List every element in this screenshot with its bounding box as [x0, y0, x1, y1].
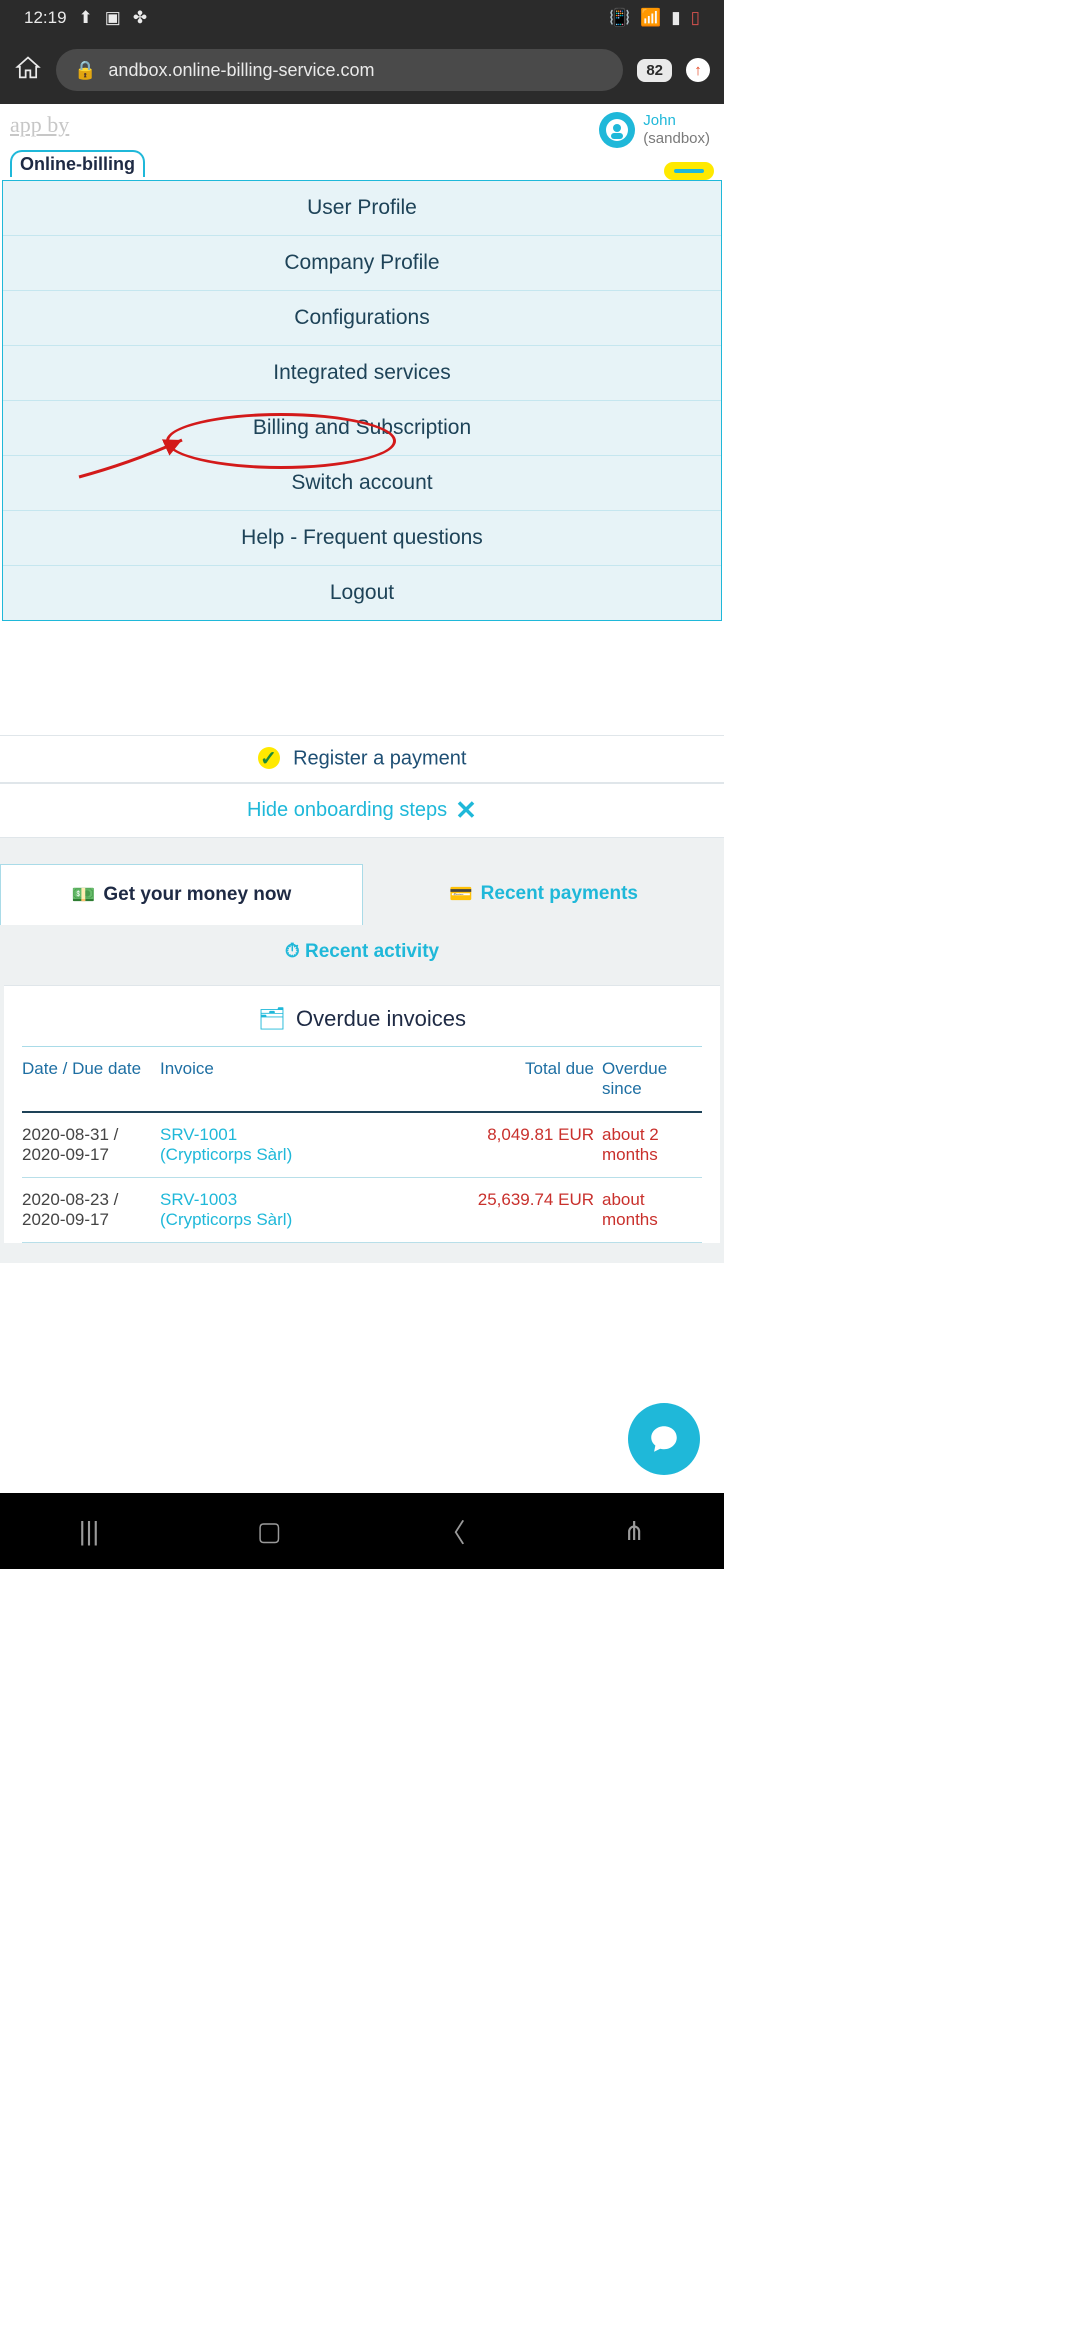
status-time: 12:19 — [24, 8, 67, 28]
home-button[interactable]: ▢ — [257, 1516, 282, 1547]
col-total-header: Total due — [474, 1059, 594, 1099]
menu-company-profile[interactable]: Company Profile — [3, 236, 721, 291]
update-indicator-icon[interactable]: ↑ — [686, 58, 710, 82]
row-over1: about — [602, 1190, 702, 1210]
menu-switch-account[interactable]: Switch account — [3, 456, 721, 511]
browser-toolbar: 🔒 andbox.online-billing-service.com 82 ↑ — [0, 36, 724, 104]
menu-integrated-services[interactable]: Integrated services — [3, 346, 721, 401]
android-status-bar: 12:19 ⬆ ▣ ✤ 📳 📶 ▮ ▯ — [0, 0, 724, 36]
hide-onboarding-label: Hide onboarding steps — [247, 799, 447, 822]
menu-help-faq[interactable]: Help - Frequent questions — [3, 511, 721, 566]
col-date-header: Date / Due date — [22, 1059, 152, 1099]
avatar-icon — [599, 112, 635, 148]
money-icon: 💵 — [72, 883, 96, 907]
battery-icon: ▯ — [691, 8, 700, 28]
overdue-invoices-panel: 🗂 Overdue invoices Date / Due date Invoi… — [4, 985, 720, 1243]
row-date2: 2020-09-17 — [22, 1145, 152, 1165]
user-env: (sandbox) — [643, 130, 710, 148]
table-row[interactable]: 2020-08-23 / 2020-09-17 SRV-1003 (Crypti… — [22, 1178, 702, 1243]
home-icon[interactable] — [14, 54, 42, 87]
col-invoice-header: Invoice — [160, 1059, 466, 1099]
user-name: John — [643, 112, 710, 130]
invoice-client: (Crypticorps Sàrl) — [160, 1145, 466, 1165]
invoice-link[interactable]: SRV-1003 — [160, 1190, 466, 1210]
tab-get-money-now[interactable]: 💵 Get your money now — [0, 864, 363, 925]
table-header: Date / Due date Invoice Total due Overdu… — [22, 1047, 702, 1113]
menu-logout[interactable]: Logout — [3, 566, 721, 620]
row-over2: months — [602, 1210, 702, 1230]
payments-icon: 💳 — [449, 882, 473, 906]
hide-onboarding-link[interactable]: Hide onboarding steps ✕ — [0, 783, 724, 838]
col-overdue-header: Overdue since — [602, 1059, 702, 1099]
tab-money-label: Get your money now — [103, 884, 291, 906]
address-bar[interactable]: 🔒 andbox.online-billing-service.com — [56, 49, 623, 91]
tab-activity-label: Recent activity — [305, 941, 439, 962]
hamburger-menu-icon[interactable] — [664, 162, 714, 180]
invoice-stack-icon: 🗂 — [258, 1006, 286, 1032]
user-dropdown-menu: User Profile Company Profile Configurati… — [2, 180, 722, 621]
user-menu-trigger[interactable]: John (sandbox) — [599, 112, 710, 148]
row-date1: 2020-08-23 / — [22, 1190, 152, 1210]
row-over2: months — [602, 1145, 702, 1165]
menu-user-profile[interactable]: User Profile — [3, 181, 721, 236]
row-date1: 2020-08-31 / — [22, 1125, 152, 1145]
menu-configurations[interactable]: Configurations — [3, 291, 721, 346]
tab-payments-label: Recent payments — [481, 883, 638, 905]
check-icon: ✓ — [258, 747, 280, 769]
clock-icon: ⏱ — [285, 941, 300, 962]
tab-count-button[interactable]: 82 — [637, 59, 672, 82]
register-payment-link[interactable]: ✓ Register a payment — [0, 735, 724, 783]
tab-recent-activity[interactable]: ⏱ Recent activity — [0, 925, 724, 985]
dashboard-tabs: 💵 Get your money now 💳 Recent payments — [0, 864, 724, 925]
android-nav-bar: ||| ▢ 〈 ⋔ — [0, 1493, 724, 1569]
panel-title-text: Overdue invoices — [296, 1006, 466, 1032]
row-total: 25,639.74 EUR — [474, 1190, 594, 1230]
row-over1: about 2 — [602, 1125, 702, 1145]
tab-count-value: 82 — [646, 62, 663, 79]
invoice-link[interactable]: SRV-1001 — [160, 1125, 466, 1145]
register-payment-label: Register a payment — [293, 748, 466, 770]
row-date2: 2020-09-17 — [22, 1210, 152, 1230]
chat-icon — [647, 1422, 681, 1456]
chat-fab[interactable] — [628, 1403, 700, 1475]
close-icon[interactable]: ✕ — [455, 795, 477, 826]
tab-recent-payments[interactable]: 💳 Recent payments — [363, 864, 724, 925]
app-by-label: app by — [10, 112, 69, 138]
notif-icon: ✤ — [133, 8, 147, 28]
app-header: app by John (sandbox) — [0, 104, 724, 148]
logo-text: Online-billing — [10, 150, 145, 177]
vibrate-icon: 📳 — [609, 8, 630, 28]
recents-button[interactable]: ||| — [79, 1516, 99, 1547]
signal-icon: ▮ — [671, 8, 680, 28]
url-text: andbox.online-billing-service.com — [108, 60, 374, 81]
menu-billing-subscription[interactable]: Billing and Subscription — [3, 401, 721, 456]
wifi-icon: 📶 — [640, 8, 661, 28]
accessibility-button[interactable]: ⋔ — [623, 1516, 645, 1547]
upload-icon: ⬆ — [79, 8, 93, 28]
back-button[interactable]: 〈 — [439, 1513, 465, 1550]
table-row[interactable]: 2020-08-31 / 2020-09-17 SRV-1001 (Crypti… — [22, 1113, 702, 1178]
row-total: 8,049.81 EUR — [474, 1125, 594, 1165]
lock-icon: 🔒 — [74, 60, 96, 81]
image-icon: ▣ — [105, 8, 121, 28]
invoice-client: (Crypticorps Sàrl) — [160, 1210, 466, 1230]
